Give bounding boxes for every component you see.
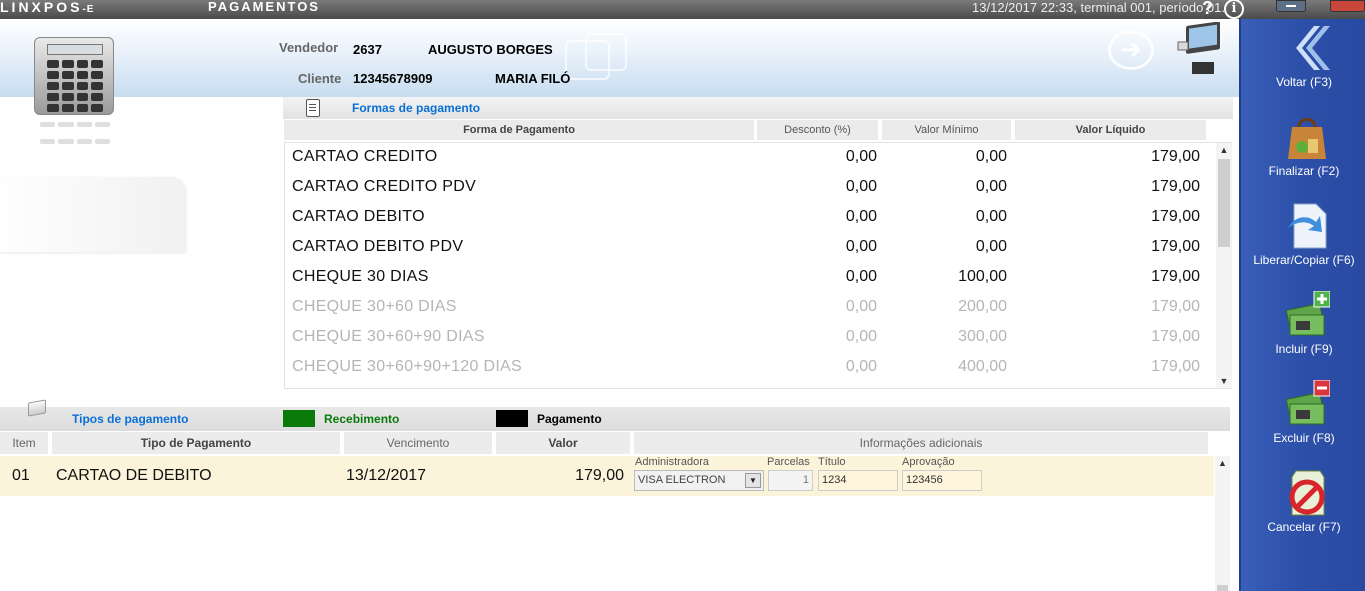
col-valor[interactable]: Valor [496,432,630,454]
pos-terminal-icon [1177,22,1220,74]
col-vencimento[interactable]: Vencimento [344,432,492,454]
pagamento-legend-label: Pagamento [537,412,602,426]
decorative-dots [640,47,1096,53]
document-copy-icon [1288,203,1327,249]
excluir-button[interactable]: Excluir (F8) [1241,380,1365,466]
forma-row[interactable]: CARTAO DEBITO PDV 0,00 0,00 179,00 [292,232,1207,262]
tipos-scrollbar[interactable]: ▲ [1215,456,1230,591]
scroll-down-icon[interactable]: ▼ [1216,374,1232,388]
forma-row-disabled: CHEQUE 30+60+90+120 DIAS 0,00 400,00 179,00 [292,358,1200,375]
decorative-panel [0,177,186,252]
parcelas-field[interactable]: 1 [768,470,813,491]
pagamento-legend-swatch [496,410,528,427]
parcelas-label: Parcelas [767,456,810,468]
col-informacoes[interactable]: Informações adicionais [634,432,1208,454]
finalizar-label: Finalizar (F2) [1268,164,1340,178]
formas-title: Formas de pagamento [352,101,481,115]
forma-row-disabled: CHEQUE 30+60 DIAS 0,00 200,00 179,00 [292,298,1200,315]
pagamentos-window: { "titlebar": { "brand_main": "LINXPOS",… [0,0,1365,591]
vendedor-name: AUGUSTO BORGES [428,42,553,57]
forma-row[interactable]: CARTAO CREDITO PDV 0,00 0,00 179,00 [292,172,1207,202]
session-status: 13/12/2017 22:33, terminal 001, período … [972,0,1225,15]
scroll-up-icon[interactable]: ▲ [1215,456,1230,470]
money-remove-icon [1285,380,1330,425]
shopping-bag-icon [1288,118,1326,159]
tipos-title: Tipos de pagamento [72,412,189,426]
col-tipo[interactable]: Tipo de Pagamento [52,432,340,454]
incluir-label: Incluir (F9) [1275,342,1333,356]
administradora-label: Administradora [635,456,709,468]
money-add-icon [1285,291,1330,336]
title-bar: LINXPOS-E PAGAMENTOS 13/12/2017 22:33, t… [0,0,1365,19]
aprovacao-label: Aprovação [902,456,955,468]
col-desconto[interactable]: Desconto (%) [757,120,878,140]
arrow-right-icon: ➜ [1108,30,1154,70]
aprovacao-field[interactable]: 123456 [902,470,982,491]
scroll-thumb[interactable] [1217,585,1228,591]
decorative-square [585,33,627,71]
row-tipo: CARTAO DE DEBITO [56,467,212,484]
col-valor-minimo[interactable]: Valor Mínimo [882,120,1011,140]
titulo-field[interactable]: 1234 [818,470,898,491]
cancel-icon [1289,470,1325,516]
row-vencimento: 13/12/2017 [346,467,427,484]
col-forma[interactable]: Forma de Pagamento [284,120,754,140]
titulo-label: Título [818,456,846,468]
cancelar-button[interactable]: Cancelar (F7) [1241,469,1365,555]
voltar-label: Voltar (F3) [1275,75,1332,89]
recebimento-legend-swatch [283,410,315,427]
recebimento-legend-label: Recebimento [324,412,400,426]
document-icon [306,99,320,117]
incluir-button[interactable]: Incluir (F9) [1241,291,1365,377]
vendedor-label: Vendedor [279,40,339,55]
close-button[interactable] [1330,0,1365,12]
calculator-reflection [40,122,110,152]
formas-scrollbar[interactable]: ▲ ▼ [1216,143,1232,388]
cliente-label: Cliente [298,71,342,86]
app-logo: LINXPOS-E [0,0,95,15]
forma-row[interactable]: CARTAO CREDITO 0,00 0,00 179,00 [292,142,1207,172]
forma-row-disabled: CHEQUE 30+60+90 DIAS 0,00 300,00 179,00 [292,328,1200,345]
col-valor-liquido[interactable]: Valor Líquido [1015,120,1206,140]
cliente-code: 12345678909 [353,71,433,86]
scroll-up-icon[interactable]: ▲ [1216,143,1232,157]
vendedor-code: 2637 [353,42,382,57]
administradora-select[interactable]: VISA ELECTRON ▼ [634,470,764,491]
forma-row[interactable]: CHEQUE 30 DIAS 0,00 100,00 179,00 [292,262,1207,292]
scroll-thumb[interactable] [1218,159,1230,247]
action-sidebar: Voltar (F3) Finalizar (F2) Liberar/Copia… [1239,19,1365,591]
voltar-button[interactable]: Voltar (F3) [1241,24,1365,110]
cancelar-label: Cancelar (F7) [1267,520,1341,534]
chevron-down-icon[interactable]: ▼ [745,473,761,488]
minimize-button[interactable] [1276,0,1306,12]
cliente-name: MARIA FILÓ [495,71,571,86]
row-item: 01 [12,467,30,484]
calculator-icon [34,37,114,115]
excluir-label: Excluir (F8) [1273,431,1335,445]
liberar-copiar-button[interactable]: Liberar/Copiar (F6) [1241,202,1365,288]
info-icon[interactable]: i [1224,0,1244,19]
back-chevron-icon [1296,26,1330,70]
row-valor: 179,00 [575,467,624,484]
finalizar-button[interactable]: Finalizar (F2) [1241,113,1365,199]
forma-row[interactable]: CARTAO DEBITO 0,00 0,00 179,00 [292,202,1207,232]
help-icon[interactable]: ? [1202,0,1213,19]
liberar-copiar-label: Liberar/Copiar (F6) [1253,253,1355,267]
screen-title: PAGAMENTOS [208,0,320,14]
col-item[interactable]: Item [0,432,48,454]
